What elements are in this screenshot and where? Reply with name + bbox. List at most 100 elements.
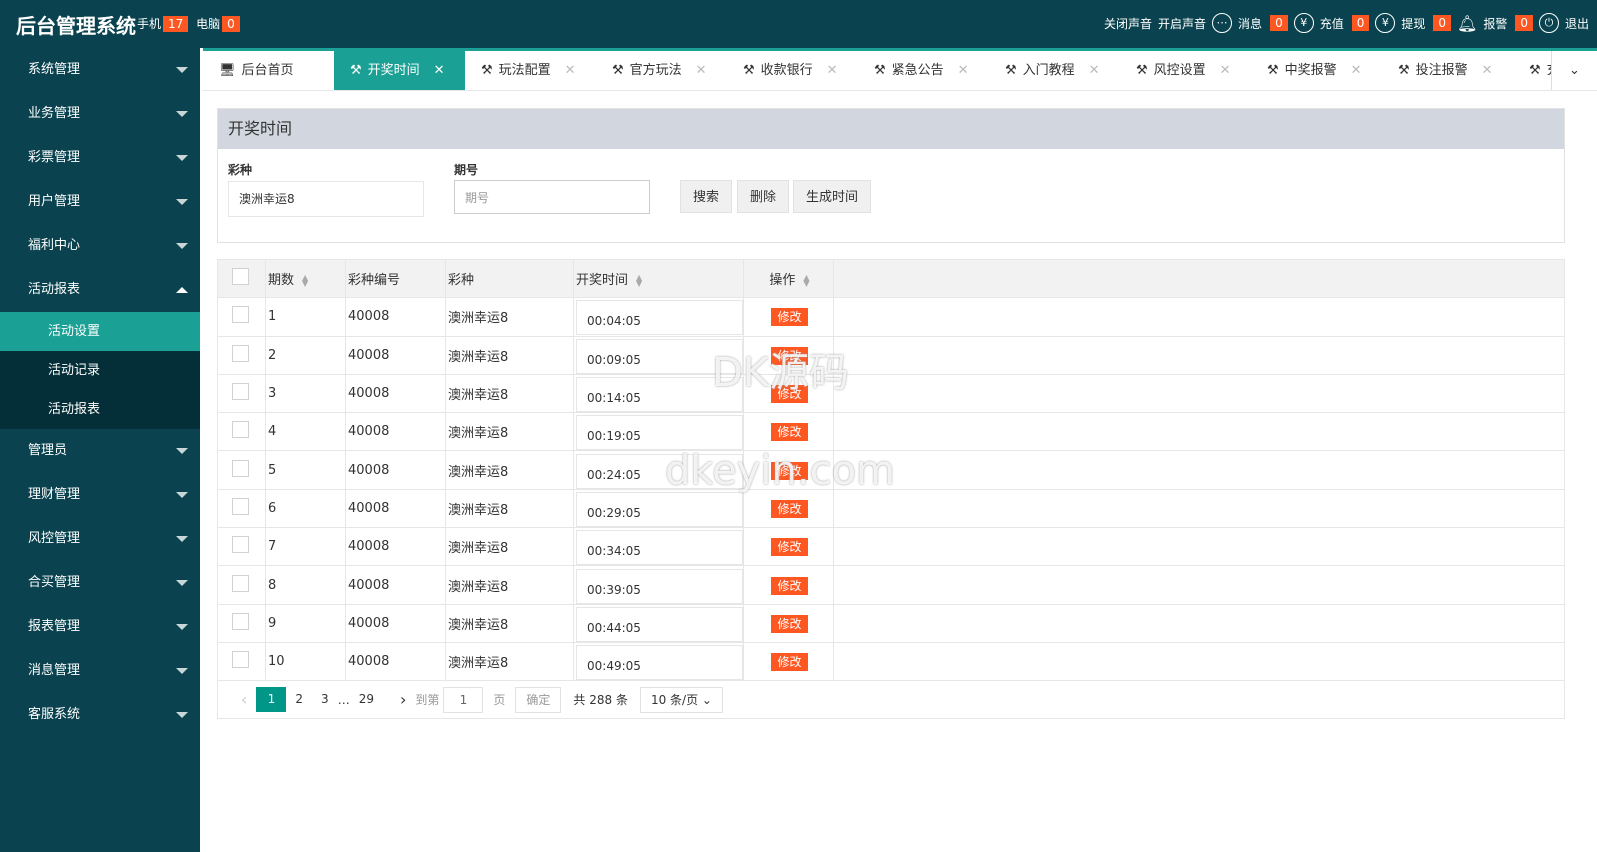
row-checkbox[interactable] — [232, 574, 249, 592]
close-icon[interactable]: ✕ — [827, 51, 838, 90]
sort-icon[interactable]: ▲ ▼ — [636, 273, 642, 287]
close-icon[interactable]: ✕ — [565, 51, 576, 90]
recharge-icon[interactable]: ¥ — [1293, 13, 1314, 33]
edit-button[interactable]: 修改 — [771, 538, 808, 557]
time-input[interactable]: 00:44:05 — [576, 606, 743, 642]
edit-button[interactable]: 修改 — [771, 614, 808, 633]
submenu-item-active[interactable]: 活动设置 — [0, 312, 200, 351]
select-all-checkbox[interactable] — [232, 268, 249, 286]
delete-button[interactable]: 删除 — [737, 180, 790, 213]
menu-item[interactable]: 理财管理 — [0, 473, 200, 517]
close-icon[interactable]: ✕ — [434, 51, 445, 90]
edit-button[interactable]: 修改 — [771, 308, 808, 327]
tab[interactable]: ⚒︎ 开奖时间 ✕ — [334, 51, 465, 90]
col-action[interactable]: 操作 ▲ ▼ — [743, 258, 834, 299]
submenu-item[interactable]: 活动记录 — [0, 351, 200, 390]
menu-label: 管理员 — [28, 443, 68, 458]
close-icon[interactable]: ✕ — [1482, 51, 1493, 90]
page-3[interactable]: 3 — [312, 687, 338, 712]
submenu: 活动设置 活动记录 活动报表 — [0, 312, 200, 429]
menu-item[interactable]: 风控管理 — [0, 517, 200, 561]
prev-page-icon[interactable]: ‹ — [232, 687, 256, 712]
edit-button[interactable]: 修改 — [771, 576, 808, 595]
tab[interactable]: ⚒︎ 风控设置 ✕ — [1120, 51, 1251, 90]
close-icon[interactable]: ✕ — [1220, 51, 1231, 90]
row-checkbox[interactable] — [232, 421, 249, 439]
tab[interactable]: ⚒︎ 收款银行 ✕ — [727, 51, 858, 90]
bell-icon[interactable]: 🔔︎ — [1457, 14, 1477, 33]
sound-on-button[interactable]: 开启声音 — [1158, 15, 1206, 32]
withdraw-link[interactable]: 提现 — [1401, 15, 1425, 32]
menu-item[interactable]: 客服系统 — [0, 693, 200, 737]
col-time[interactable]: 开奖时间 ▲ ▼ — [573, 258, 744, 299]
menu-item[interactable]: 业务管理 — [0, 92, 200, 136]
row-checkbox[interactable] — [232, 612, 249, 630]
time-input[interactable]: 00:34:05 — [576, 530, 743, 566]
menu-item[interactable]: 福利中心 — [0, 224, 200, 268]
menu-item[interactable]: 合买管理 — [0, 561, 200, 605]
row-checkbox[interactable] — [232, 344, 249, 362]
sort-icon[interactable]: ▲ ▼ — [302, 273, 308, 287]
tab-label: 官方玩法 — [629, 63, 682, 78]
close-icon[interactable]: ✕ — [1351, 51, 1362, 90]
edit-button[interactable]: 修改 — [771, 423, 808, 442]
row-checkbox[interactable] — [232, 383, 249, 401]
header-actions: 关闭声音 开启声音 ⋯ 消息 0 ¥ 充值 0 ¥ 提现 0 🔔︎ 报警 0 ⏻ 退出 — [1104, 13, 1589, 33]
row-checkbox[interactable] — [232, 306, 249, 324]
generate-time-button[interactable]: 生成时间 — [793, 180, 872, 213]
page-1[interactable]: 1 — [256, 687, 287, 712]
alarm-link[interactable]: 报警 — [1483, 15, 1507, 32]
time-input[interactable]: 00:49:05 — [576, 645, 743, 681]
message-icon[interactable]: ⋯ — [1212, 13, 1233, 33]
lottery-select[interactable]: 澳洲幸运8 — [228, 181, 424, 217]
edit-button[interactable]: 修改 — [771, 499, 808, 518]
menu-item[interactable]: 系统管理 — [0, 48, 200, 92]
time-input[interactable]: 00:29:05 — [576, 491, 743, 527]
sort-icon[interactable]: ▲ ▼ — [803, 273, 809, 287]
time-input[interactable]: 00:39:05 — [576, 568, 743, 604]
tab[interactable]: ⚒︎ 紧急公告 ✕ — [858, 51, 989, 90]
row-checkbox[interactable] — [232, 497, 249, 515]
page-input[interactable]: 1 — [443, 686, 484, 713]
menu-item[interactable]: 彩票管理 — [0, 136, 200, 180]
row-checkbox[interactable] — [232, 536, 249, 554]
lottery-label: 彩种 — [228, 163, 253, 177]
tab[interactable]: ⚒︎ 中奖报警 ✕ — [1251, 51, 1382, 90]
row-checkbox[interactable] — [232, 459, 249, 477]
submenu-item[interactable]: 活动报表 — [0, 390, 200, 429]
time-input[interactable]: 00:19:05 — [576, 415, 743, 451]
logout-button[interactable]: 退出 — [1565, 15, 1589, 32]
issue-input[interactable]: 期号 — [454, 180, 650, 214]
tab[interactable]: ⚒︎ 投注报警 ✕ — [1382, 51, 1513, 90]
menu-item-expanded[interactable]: 活动报表 — [0, 268, 200, 312]
tab[interactable]: ⚒︎ 官方玩法 ✕ — [596, 51, 727, 90]
menu-item[interactable]: 用户管理 — [0, 180, 200, 224]
col-issue[interactable]: 期数 ▲ ▼ — [265, 258, 346, 299]
search-button[interactable]: 搜索 — [680, 180, 733, 213]
tab[interactable]: ⚒︎ 玩法配置 ✕ — [465, 51, 596, 90]
confirm-button[interactable]: 确定 — [515, 686, 562, 713]
recharge-link[interactable]: 充值 — [1320, 15, 1344, 32]
tab[interactable]: ⚒︎ 入门教程 ✕ — [989, 51, 1120, 90]
close-icon[interactable]: ✕ — [696, 51, 707, 90]
table-row: 9 40008 澳洲幸运8 00:44:05 修改 — [217, 603, 1565, 643]
close-icon[interactable]: ✕ — [958, 51, 969, 90]
next-page-icon[interactable]: › — [391, 687, 415, 712]
tab-more-chevron-icon[interactable]: ⌄ — [1551, 51, 1597, 90]
sound-off-button[interactable]: 关闭声音 — [1104, 15, 1152, 32]
power-icon[interactable]: ⏻ — [1538, 13, 1559, 33]
close-icon[interactable]: ✕ — [1089, 51, 1100, 90]
cell-code: 40008 — [345, 297, 446, 337]
withdraw-icon[interactable]: ¥ — [1375, 13, 1396, 33]
menu-item[interactable]: 管理员 — [0, 429, 200, 473]
page-2[interactable]: 2 — [286, 687, 312, 712]
row-checkbox[interactable] — [232, 651, 249, 669]
time-input[interactable]: 00:04:05 — [576, 300, 743, 336]
menu-item[interactable]: 报表管理 — [0, 605, 200, 649]
message-link[interactable]: 消息 — [1238, 15, 1262, 32]
menu-item[interactable]: 消息管理 — [0, 649, 200, 693]
page-size-select[interactable]: 10 条/页 ⌄ — [639, 686, 723, 713]
edit-button[interactable]: 修改 — [771, 653, 808, 672]
tab[interactable]: 🖥︎ 后台首页 — [203, 51, 334, 90]
page-29[interactable]: 29 — [350, 687, 383, 712]
